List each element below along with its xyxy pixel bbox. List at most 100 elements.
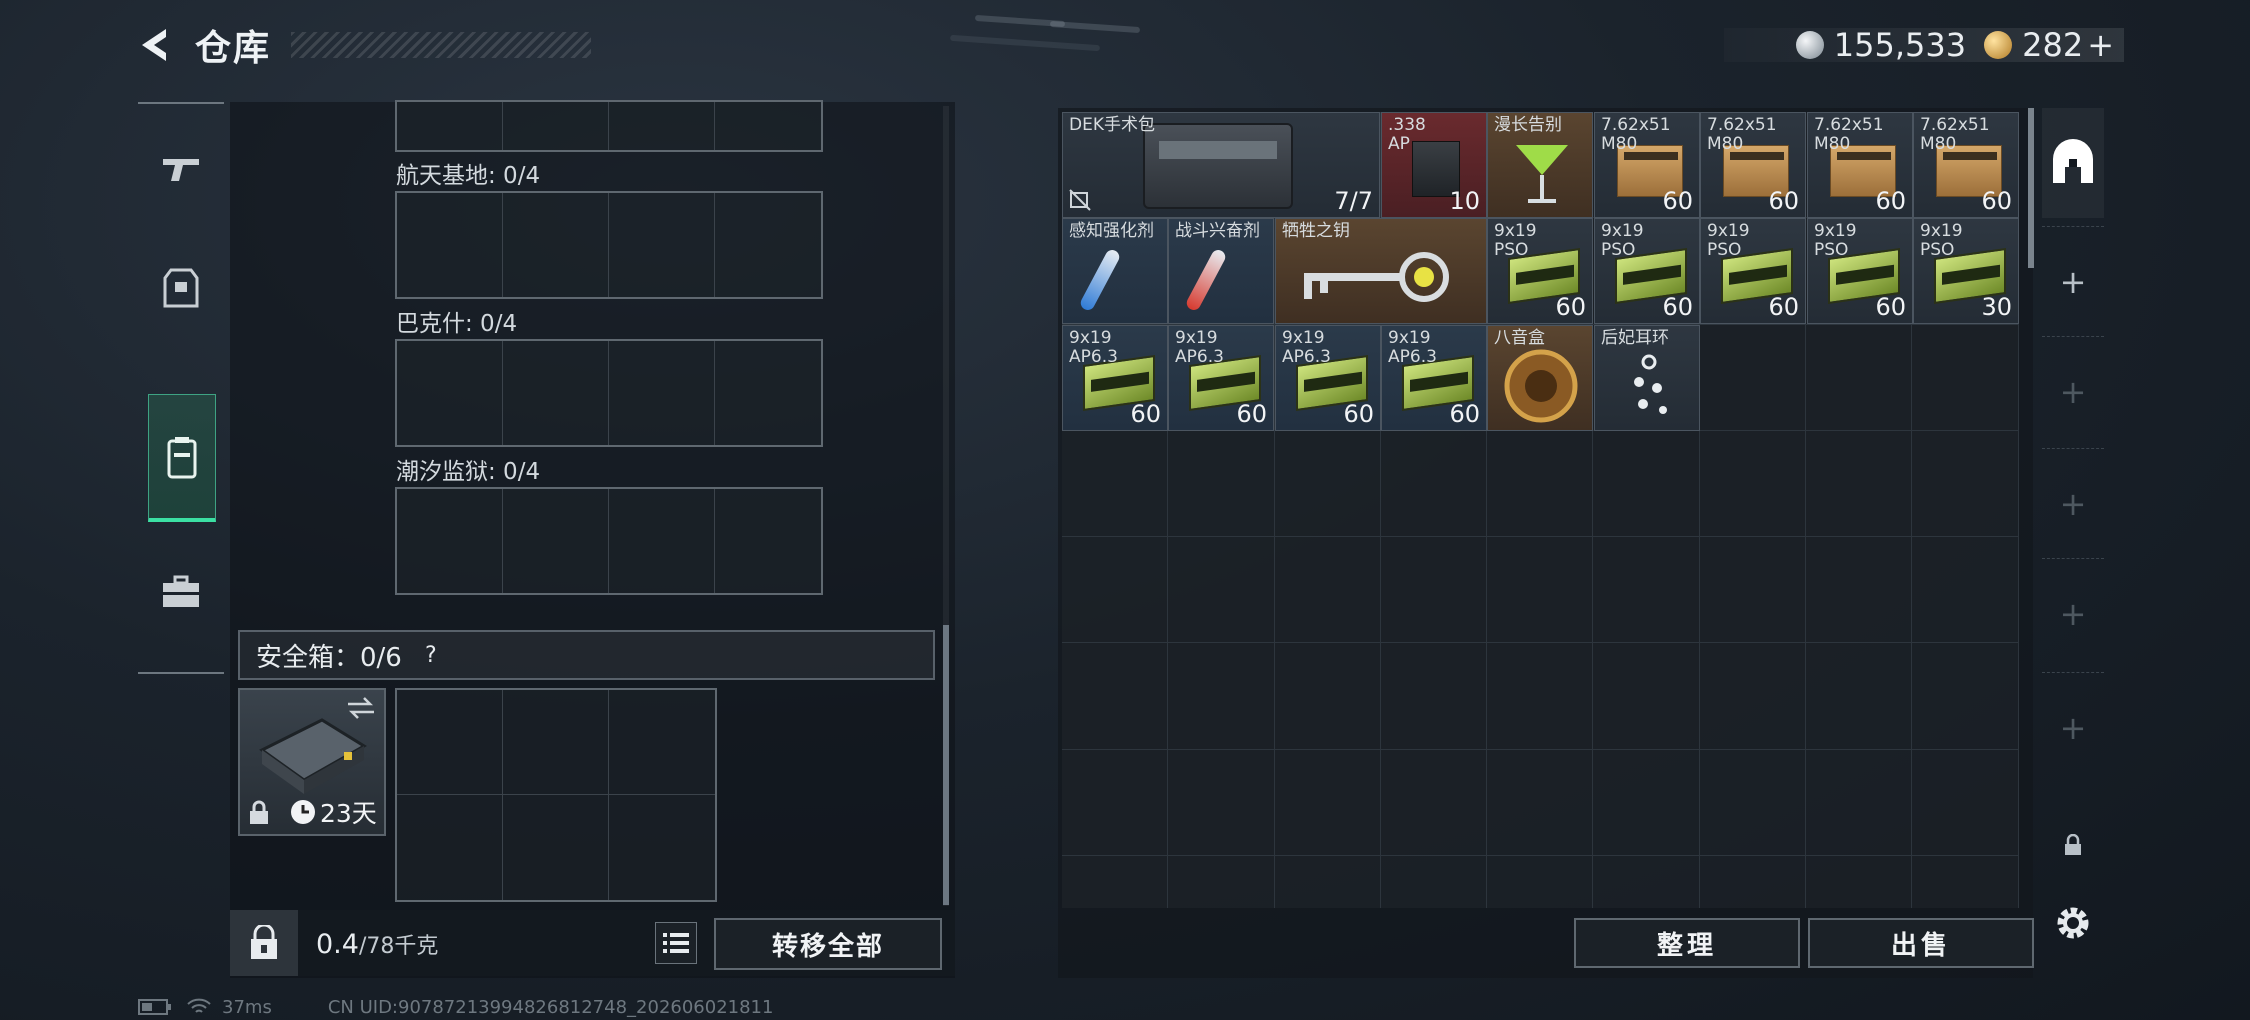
stash-grid-cell[interactable] [1274, 749, 1381, 857]
stash-grid-cell[interactable] [1593, 537, 1700, 644]
stash-grid-cell[interactable] [1168, 537, 1275, 644]
stash-page-main[interactable] [2042, 108, 2104, 218]
stash-item-762-m80[interactable]: 7.62x51 M80 60 [1700, 112, 1806, 218]
safe-slot-cell[interactable] [397, 690, 503, 795]
stash-grid-cell[interactable] [1274, 430, 1381, 538]
safe-slot-cell[interactable] [503, 795, 609, 900]
stash-grid-cell[interactable] [1912, 430, 2019, 538]
sell-button[interactable]: 出售 [1808, 918, 2034, 968]
safe-box-item[interactable]: 23天 [238, 688, 386, 836]
stash-grid-cell[interactable] [1274, 537, 1381, 644]
equipment-scrollbar-thumb[interactable] [943, 625, 949, 905]
safe-slot-cell[interactable] [609, 690, 715, 795]
tab-armor[interactable] [138, 228, 224, 348]
stash-grid-cell[interactable] [1806, 324, 1913, 431]
stash-grid-cell[interactable] [1380, 856, 1488, 908]
stash-grid-cell[interactable] [1806, 856, 1913, 908]
stash-grid-cell[interactable] [1062, 749, 1169, 857]
tab-case[interactable] [138, 532, 224, 652]
slot-cell[interactable] [503, 102, 609, 150]
add-page-icon[interactable]: + [2042, 672, 2104, 782]
stash-grid-cell[interactable] [1912, 324, 2019, 431]
add-page-icon[interactable]: + [2042, 336, 2104, 446]
stash-item-long-goodbye[interactable]: 漫长告别 [1487, 112, 1593, 218]
stash-grid-cell[interactable] [1380, 643, 1488, 750]
safe-slot-cell[interactable] [397, 795, 503, 900]
stash-grid-cell[interactable] [1380, 430, 1488, 538]
stash-item-9x19-ap[interactable]: 9x19 AP6.3 60 [1168, 325, 1274, 431]
swap-icon[interactable] [346, 696, 376, 720]
sort-button[interactable]: 整理 [1574, 918, 1800, 968]
stash-grid-cell[interactable] [1487, 643, 1594, 750]
stash-item-sacrifice-key[interactable]: 牺牲之钥 [1275, 218, 1487, 324]
stash-grid-cell[interactable] [1806, 537, 1913, 644]
stash-grid-cell[interactable] [1806, 749, 1913, 857]
transfer-all-button[interactable]: 转移全部 [714, 918, 942, 970]
stash-grid-cell[interactable] [1487, 430, 1594, 538]
slot-cell[interactable] [397, 489, 503, 593]
stash-grid-cell[interactable] [1593, 856, 1700, 908]
stash-item-9x19-pso[interactable]: 9x19 PSO 60 [1807, 218, 1913, 324]
stash-grid-cell[interactable] [1593, 430, 1700, 538]
stash-grid-cell[interactable] [1380, 537, 1488, 644]
safe-slot-cell[interactable] [609, 795, 715, 900]
slot-cell[interactable] [715, 102, 821, 150]
slot-cell[interactable] [715, 193, 821, 297]
stash-item-9x19-ap[interactable]: 9x19 AP6.3 60 [1275, 325, 1381, 431]
slot-cell[interactable] [609, 489, 715, 593]
tab-weapons[interactable] [138, 108, 224, 228]
slot-cell[interactable] [503, 341, 609, 445]
stash-grid-cell[interactable] [1699, 856, 1807, 908]
slot-cell[interactable] [397, 102, 503, 150]
stash-item-music-box[interactable]: 八音盒 [1487, 325, 1593, 431]
stash-grid-cell[interactable] [1062, 430, 1169, 538]
slot-cell[interactable] [609, 102, 715, 150]
stash-scrollbar[interactable] [2028, 108, 2034, 268]
stash-grid-cell[interactable] [1699, 537, 1807, 644]
stash-grid-cell[interactable] [1062, 537, 1169, 644]
stash-grid-cell[interactable] [1699, 749, 1807, 857]
stash-grid-cell[interactable] [1487, 537, 1594, 644]
safe-slot-cell[interactable] [503, 690, 609, 795]
add-page-icon[interactable]: + [2042, 558, 2104, 668]
tab-backpack[interactable] [148, 394, 216, 522]
gold-currency[interactable]: 282 + [1984, 26, 2114, 64]
stash-grid-cell[interactable] [1699, 643, 1807, 750]
stash-item-9x19-ap[interactable]: 9x19 AP6.3 60 [1381, 325, 1487, 431]
stash-grid-cell[interactable] [1062, 856, 1169, 908]
slot-cell[interactable] [503, 489, 609, 593]
stash-grid-cell[interactable] [1168, 430, 1275, 538]
stash-item-9x19-pso[interactable]: 9x19 PSO 60 [1700, 218, 1806, 324]
add-page-icon[interactable]: + [2042, 448, 2104, 558]
stash-item-762-m80[interactable]: 7.62x51 M80 60 [1807, 112, 1913, 218]
slot-cell[interactable] [503, 193, 609, 297]
stash-grid-cell[interactable] [1699, 324, 1807, 431]
stash-grid-cell[interactable] [1487, 856, 1594, 908]
stash-grid-cell[interactable] [1168, 749, 1275, 857]
stash-item-762-m80[interactable]: 7.62x51 M80 60 [1594, 112, 1700, 218]
stash-grid-cell[interactable] [1806, 643, 1913, 750]
stash-item-9x19-pso[interactable]: 9x19 PSO 60 [1594, 218, 1700, 324]
stash-grid-cell[interactable] [1912, 856, 2019, 908]
stash-grid-cell[interactable] [1062, 643, 1169, 750]
weight-lock-button[interactable] [230, 910, 298, 976]
stash-grid-cell[interactable] [1380, 749, 1488, 857]
stash-grid-cell[interactable] [1274, 643, 1381, 750]
stash-grid-cell[interactable] [1912, 749, 2019, 857]
stash-grid-cell[interactable] [1593, 749, 1700, 857]
stash-grid-cell[interactable] [1912, 537, 2019, 644]
settings-button[interactable] [2042, 868, 2104, 978]
slot-cell[interactable] [397, 193, 503, 297]
stash-item-surgical-kit[interactable]: DEK手术包 7/7 [1062, 112, 1380, 218]
stash-grid-cell[interactable] [1699, 430, 1807, 538]
stash-grid-cell[interactable] [1168, 643, 1275, 750]
stash-item-consort-earring[interactable]: 后妃耳环 [1594, 325, 1700, 431]
slot-cell[interactable] [609, 193, 715, 297]
stash-item-combat-stimulant[interactable]: 战斗兴奋剂 [1168, 218, 1274, 324]
slot-cell[interactable] [715, 489, 821, 593]
stash-grid-cell[interactable] [1487, 749, 1594, 857]
stash-item-9x19-pso[interactable]: 9x19 PSO 60 [1487, 218, 1593, 324]
back-button[interactable] [135, 24, 177, 66]
stash-grid-cell[interactable] [1806, 430, 1913, 538]
stash-item-762-m80[interactable]: 7.62x51 M80 60 [1913, 112, 2019, 218]
